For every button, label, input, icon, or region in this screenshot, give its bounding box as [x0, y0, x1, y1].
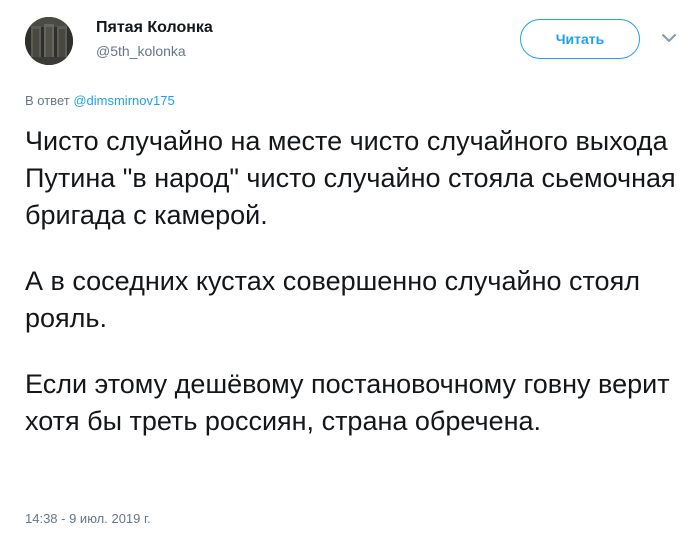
tweet-paragraph: Если этому дешёвому постановочному говну… [25, 369, 670, 436]
follow-button[interactable]: Читать [520, 19, 640, 59]
display-name[interactable]: Пятая Колонка [96, 19, 213, 37]
reply-prefix: В ответ [25, 93, 70, 108]
reply-mention-link[interactable]: @dimsmirnov175 [73, 93, 174, 108]
tweet-timestamp[interactable]: 14:38 - 9 июл. 2019 г. [25, 511, 151, 526]
tweet-text: Чисто случайно на месте чисто случайного… [25, 123, 685, 440]
chevron-down-icon[interactable] [660, 31, 678, 45]
tweet-paragraph: А в соседних кустах совершенно случайно … [25, 266, 640, 333]
tweet-paragraph: Чисто случайно на месте чисто случайного… [25, 126, 676, 230]
reply-context: В ответ @dimsmirnov175 [25, 93, 175, 108]
user-handle[interactable]: @5th_kolonka [96, 43, 186, 59]
avatar-image [25, 17, 73, 65]
avatar[interactable] [25, 17, 73, 65]
